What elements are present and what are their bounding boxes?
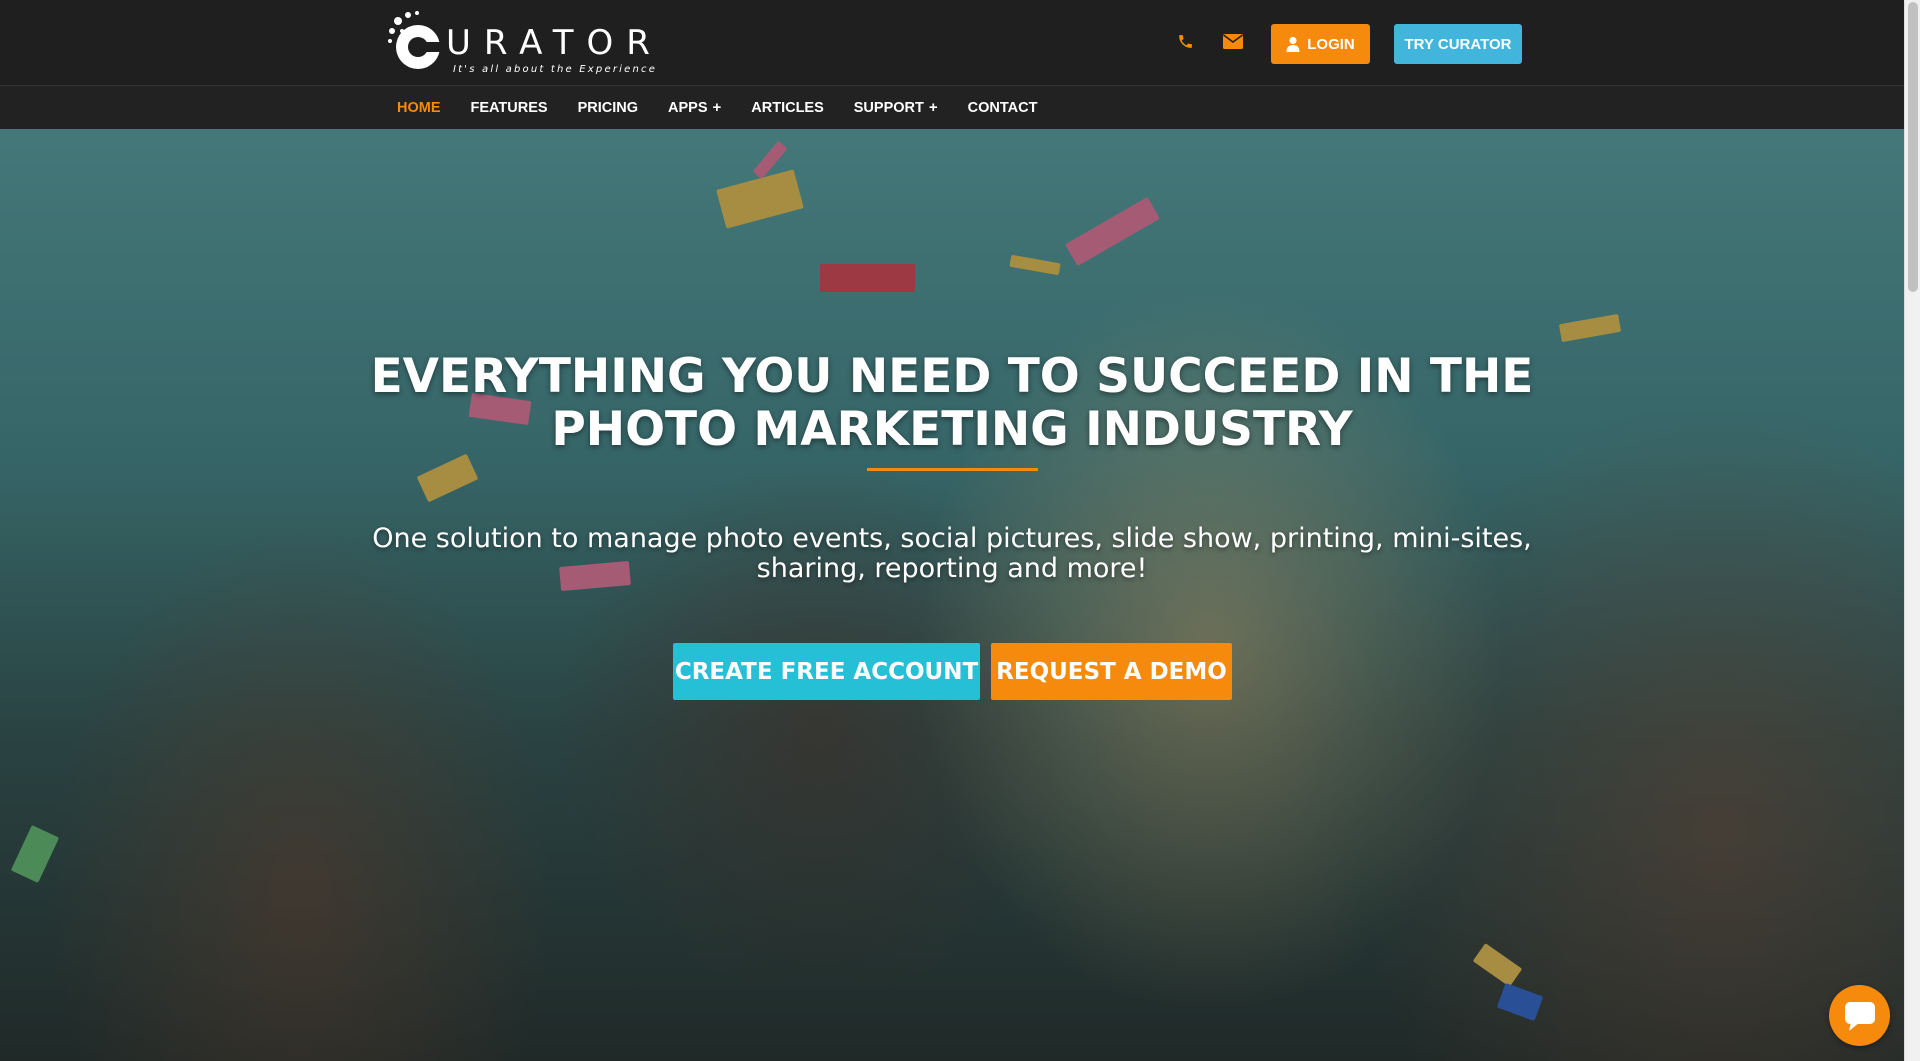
submenu-plus-icon: + xyxy=(928,99,938,116)
nav-item-label: SUPPORT xyxy=(853,99,924,116)
submenu-plus-icon: + xyxy=(712,99,722,116)
hero-title: EVERYTHING YOU NEED TO SUCCEED IN THE PH… xyxy=(352,350,1552,456)
scrollbar-thumb[interactable] xyxy=(1908,2,1918,292)
request-demo-button[interactable]: REQUEST A DEMO xyxy=(991,643,1232,700)
nav-item-label: APPS xyxy=(668,99,708,116)
main-nav: HOME FEATURES PRICING APPS + ARTICLES SU… xyxy=(0,86,1904,129)
nav-items: HOME FEATURES PRICING APPS + ARTICLES SU… xyxy=(397,86,1067,129)
hero-content: EVERYTHING YOU NEED TO SUCCEED IN THE PH… xyxy=(0,129,1904,1061)
nav-item-features[interactable]: FEATURES xyxy=(471,100,548,116)
hero-section: EVERYTHING YOU NEED TO SUCCEED IN THE PH… xyxy=(0,129,1904,1061)
nav-item-label: PRICING xyxy=(577,99,638,116)
hero-title-line: PHOTO MARKETING INDUSTRY xyxy=(551,402,1353,457)
create-free-account-button[interactable]: CREATE FREE ACCOUNT xyxy=(673,643,980,700)
create-free-account-label: CREATE FREE ACCOUNT xyxy=(674,658,979,685)
logo-wordmark: URATOR xyxy=(446,23,663,63)
nav-item-articles[interactable]: ARTICLES xyxy=(751,100,824,116)
chat-bubble-icon xyxy=(1844,1001,1875,1031)
chat-widget-button[interactable] xyxy=(1829,985,1890,1046)
top-header: URATOR It's all about the Experience LOG… xyxy=(0,0,1904,86)
user-icon xyxy=(1286,36,1300,52)
nav-item-label: ARTICLES xyxy=(751,99,824,116)
envelope-icon[interactable] xyxy=(1223,34,1243,49)
logo-mark-icon xyxy=(388,11,442,69)
try-curator-button[interactable]: TRY CURATOR xyxy=(1394,24,1522,64)
page-scrollbar[interactable] xyxy=(1904,0,1920,1061)
phone-icon[interactable] xyxy=(1177,33,1194,50)
login-label: LOGIN xyxy=(1307,35,1355,53)
logo-tagline: It's all about the Experience xyxy=(453,64,658,75)
nav-item-apps[interactable]: APPS + xyxy=(668,99,721,116)
hero-subtitle-line: One solution to manage photo events, soc… xyxy=(372,523,1532,554)
request-demo-label: REQUEST A DEMO xyxy=(996,658,1227,685)
title-divider xyxy=(867,468,1038,471)
hero-subtitle-line: sharing, reporting and more! xyxy=(756,553,1148,584)
page: URATOR It's all about the Experience LOG… xyxy=(0,0,1904,1061)
nav-item-contact[interactable]: CONTACT xyxy=(968,100,1038,116)
nav-item-pricing[interactable]: PRICING xyxy=(578,100,638,116)
hero-title-line: EVERYTHING YOU NEED TO SUCCEED IN THE xyxy=(370,349,1534,404)
login-button[interactable]: LOGIN xyxy=(1271,24,1370,64)
nav-item-support[interactable]: SUPPORT + xyxy=(854,99,938,116)
curator-logo[interactable]: URATOR It's all about the Experience xyxy=(386,6,655,78)
nav-item-home[interactable]: HOME xyxy=(397,100,441,116)
nav-item-label: HOME xyxy=(397,99,441,116)
try-curator-label: TRY CURATOR xyxy=(1404,35,1512,53)
hero-subtitle: One solution to manage photo events, soc… xyxy=(352,524,1552,584)
nav-item-label: FEATURES xyxy=(470,99,548,116)
nav-item-label: CONTACT xyxy=(967,99,1038,116)
